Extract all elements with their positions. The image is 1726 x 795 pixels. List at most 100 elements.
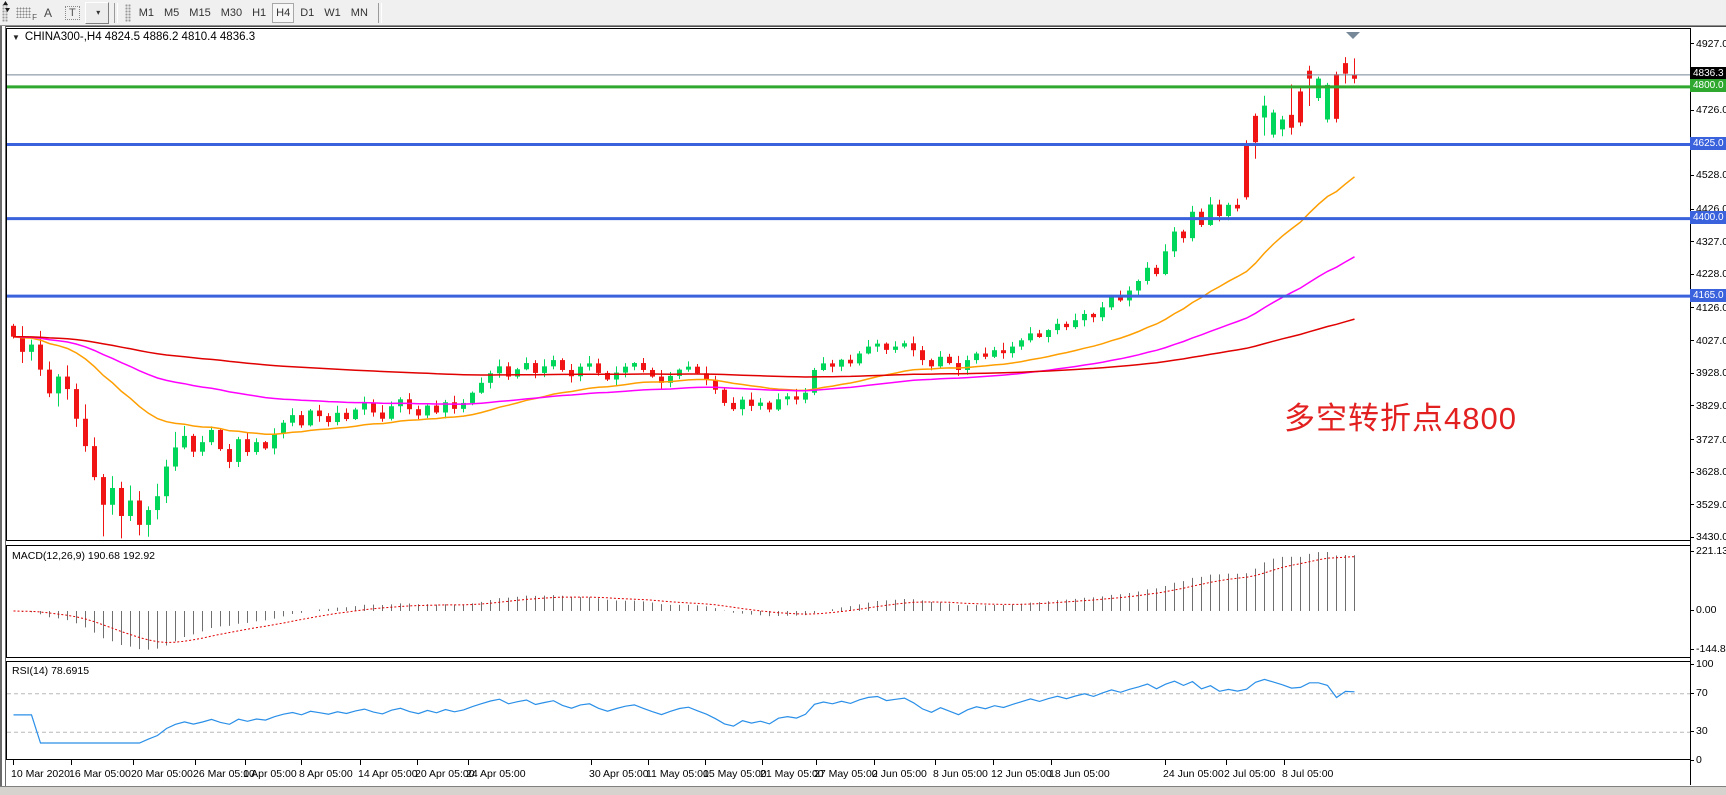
timeframe-button-m30[interactable]: M30 (217, 3, 246, 23)
time-tick (993, 760, 994, 765)
time-tick-label: 10 Mar 2020 (11, 768, 70, 780)
price-tick-label: 3529.0 (1696, 499, 1726, 511)
time-tick-label: 12 Jun 05:00 (991, 768, 1052, 780)
time-tick-label: 2 Jun 05:00 (872, 768, 927, 780)
time-tick (1165, 760, 1166, 765)
time-tick (417, 760, 418, 765)
time-tick (705, 760, 706, 765)
price-tick-label: 3829.0 (1696, 400, 1726, 412)
timeframe-button-m1[interactable]: M1 (135, 3, 158, 23)
macd-panel[interactable] (6, 545, 1691, 658)
price-tick-label: 4927.0 (1696, 38, 1726, 50)
price-tick (1690, 241, 1694, 242)
timeframe-button-d1[interactable]: D1 (296, 3, 318, 23)
time-tick (468, 760, 469, 765)
macd-label: MACD(12,26,9) 190.68 192.92 (12, 550, 155, 562)
time-tick (195, 760, 196, 765)
rsi-axis-label: 0 (1696, 754, 1702, 766)
price-tick (1690, 307, 1694, 308)
time-tick-label: 8 Jun 05:00 (933, 768, 988, 780)
time-tick (935, 760, 936, 765)
timeframe-button-m15[interactable]: M15 (185, 3, 214, 23)
toolbar-grip[interactable] (125, 4, 131, 22)
last-bar-marker-icon (1346, 32, 1360, 39)
toolbar: F A T ▾ M1M5M15M30H1H4D1W1MN (0, 0, 1726, 26)
price-badge-4165.0: 4165.0 (1690, 289, 1726, 302)
chart-title: ▼ CHINA300-,H4 4824.5 4886.2 4810.4 4836… (12, 31, 255, 43)
macd-signal-line (14, 557, 1355, 643)
time-tick (71, 760, 72, 765)
time-tick (13, 760, 14, 765)
macd-axis-label: -144.84 (1696, 643, 1726, 655)
price-tick-label: 4027.0 (1696, 335, 1726, 347)
price-tick-label: 4528.0 (1696, 169, 1726, 181)
time-tick-label: 2 Jul 05:00 (1224, 768, 1275, 780)
price-tick-label: 3928.0 (1696, 367, 1726, 379)
rsi-axis-tick (1690, 664, 1694, 665)
timeframe-button-m5[interactable]: M5 (160, 3, 183, 23)
rsi-axis-tick (1690, 693, 1694, 694)
price-tick (1690, 504, 1694, 505)
arrows-tool-button[interactable]: ▾ (85, 2, 109, 24)
macd-axis-label: 0.00 (1696, 604, 1716, 616)
timeframe-button-h1[interactable]: H1 (248, 3, 270, 23)
mt4-terminal: F A T ▾ M1M5M15M30H1H4D1W1MN 10 Mar 2020… (0, 0, 1726, 795)
text-box-button[interactable]: T (60, 2, 85, 24)
time-tick (360, 760, 361, 765)
time-tick-label: 11 May 05:00 (646, 768, 709, 780)
rsi-line (14, 679, 1355, 743)
time-tick (1284, 760, 1285, 765)
macd-axis-tick (1690, 649, 1694, 650)
price-tick (1690, 209, 1694, 210)
rsi-axis-label: 30 (1696, 725, 1708, 737)
price-badge-4400.0: 4400.0 (1690, 211, 1726, 224)
rsi-axis-tick (1690, 731, 1694, 732)
time-tick (762, 760, 763, 765)
time-axis[interactable]: 10 Mar 202016 Mar 05:0020 Mar 05:0026 Ma… (6, 760, 1690, 786)
time-tick-label: 18 Jun 05:00 (1049, 768, 1110, 780)
macd-canvas (7, 546, 1690, 657)
rsi-axis-label: 70 (1696, 687, 1708, 699)
time-tick (648, 760, 649, 765)
ma-slow-line (14, 319, 1355, 377)
sort-arrows-icon (0, 0, 13, 13)
price-tick (1690, 439, 1694, 440)
price-tick (1690, 274, 1694, 275)
rsi-axis-label: 100 (1696, 658, 1714, 670)
price-tick-label: 4126.0 (1696, 302, 1726, 314)
time-tick-label: 30 Apr 05:00 (589, 768, 649, 780)
timeframe-button-h4[interactable]: H4 (272, 3, 294, 23)
annotation-text: 多空转折点4800 (1284, 393, 1517, 438)
price-tick (1690, 340, 1694, 341)
macd-axis-label: 221.13 (1696, 545, 1726, 557)
timeframe-button-w1[interactable]: W1 (320, 3, 345, 23)
toolbar-separator (114, 3, 118, 23)
rsi-panel[interactable] (6, 661, 1691, 760)
chevron-down-icon: ▾ (96, 8, 100, 17)
time-tick-label: 16 Mar 05:00 (69, 768, 131, 780)
forecast-grid-icon: F (16, 7, 31, 18)
letter-a-icon: A (44, 6, 52, 20)
time-tick-label: 8 Apr 05:00 (299, 768, 353, 780)
price-tick (1690, 175, 1694, 176)
toolbar-separator (378, 3, 382, 23)
time-tick-label: 15 May 05:00 (703, 768, 767, 780)
text-label-button[interactable]: A (36, 2, 60, 24)
chart-dropdown-icon[interactable]: ▼ (12, 33, 20, 42)
time-tick (874, 760, 875, 765)
time-tick-label: 1 Apr 05:00 (243, 768, 297, 780)
price-tick (1690, 373, 1694, 374)
main-chart-canvas (7, 29, 1690, 540)
price-tick-label: 4327.0 (1696, 236, 1726, 248)
time-tick (133, 760, 134, 765)
price-tick (1690, 537, 1694, 538)
time-tick (591, 760, 592, 765)
price-tick-label: 3628.0 (1696, 466, 1726, 478)
price-tick-label: 3727.0 (1696, 434, 1726, 446)
price-badge-4625.0: 4625.0 (1690, 137, 1726, 150)
rsi-label: RSI(14) 78.6915 (12, 665, 89, 677)
main-chart-panel[interactable] (6, 28, 1691, 541)
timeframe-button-mn[interactable]: MN (347, 3, 372, 23)
forecast-tool-button[interactable]: F (11, 2, 36, 24)
ma-fast-line (14, 177, 1355, 434)
